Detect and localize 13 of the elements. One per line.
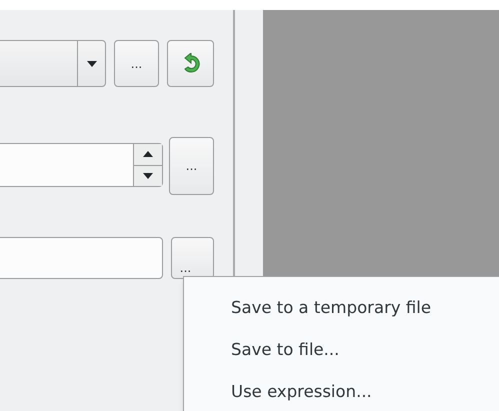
- refresh-button[interactable]: [167, 40, 214, 87]
- down-arrow-icon: [143, 172, 153, 179]
- caret-icon: [86, 60, 96, 66]
- menu-item[interactable]: Save to a temporary file: [184, 287, 499, 329]
- menu-item[interactable]: Use expression...: [184, 371, 499, 411]
- more-button[interactable]: ...: [114, 40, 159, 87]
- menu-item[interactable]: Save to file...: [184, 329, 499, 371]
- more-button[interactable]: ...: [169, 137, 214, 195]
- more-button[interactable]: ...: [171, 237, 214, 279]
- dropdown[interactable]: [0, 40, 106, 87]
- number-field[interactable]: [0, 143, 163, 187]
- up-arrow-icon: [143, 151, 153, 158]
- text-field[interactable]: [0, 237, 163, 279]
